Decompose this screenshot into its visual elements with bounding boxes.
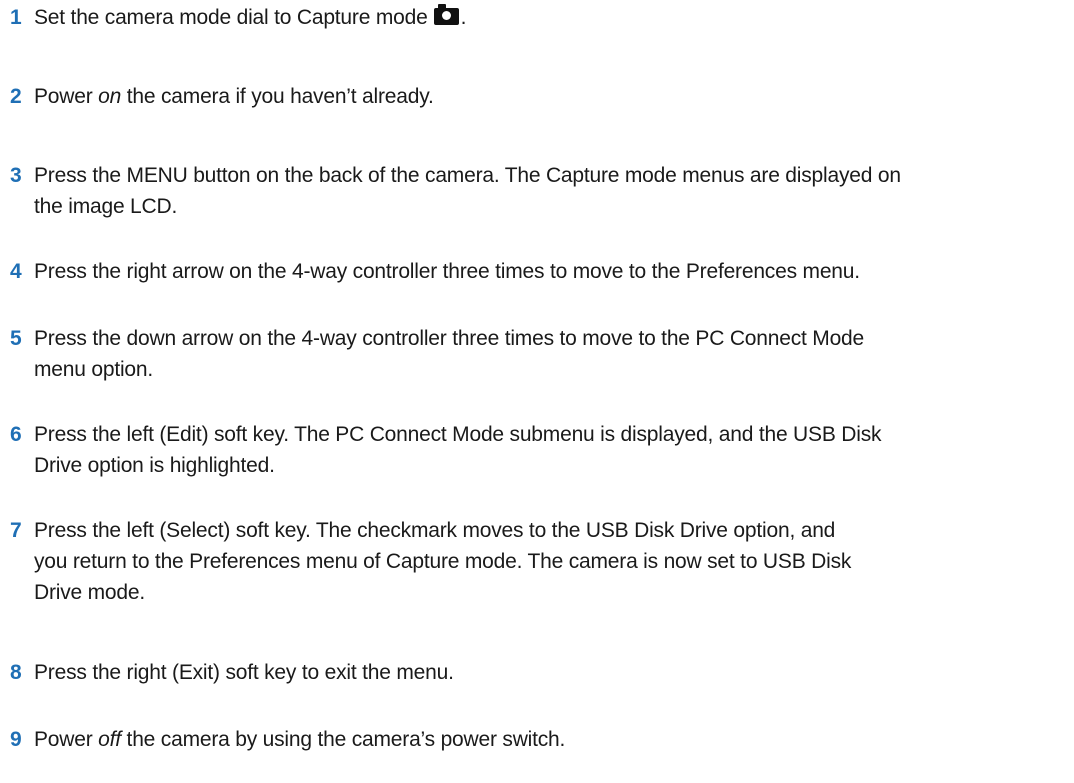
step-text: Press the MENU button on the back of the… xyxy=(34,164,901,218)
step-8: 8 Press the right (Exit) soft key to exi… xyxy=(10,657,1050,688)
step-number: 5 xyxy=(10,327,22,350)
emphasis-on: on xyxy=(98,85,122,108)
emphasis-off: off xyxy=(98,728,121,751)
step-text: Press the right (Exit) soft key to exit … xyxy=(34,661,454,684)
step-number: 7 xyxy=(10,519,22,542)
step-2: 2 Power on the camera if you haven’t alr… xyxy=(10,81,1050,112)
step-text: Power on the camera if you haven’t alrea… xyxy=(34,85,434,108)
step-text: Press the right arrow on the 4-way contr… xyxy=(34,260,860,283)
step-3: 3 Press the MENU button on the back of t… xyxy=(10,160,1050,222)
step-number: 1 xyxy=(10,6,22,29)
step-4: 4 Press the right arrow on the 4-way con… xyxy=(10,256,1050,287)
step-7: 7 Press the left (Select) soft key. The … xyxy=(10,515,1050,608)
step-5: 5 Press the down arrow on the 4-way cont… xyxy=(10,323,1050,385)
camera-icon xyxy=(433,4,459,25)
step-text: Press the left (Select) soft key. The ch… xyxy=(34,519,852,604)
step-number: 4 xyxy=(10,260,22,283)
step-9: 9 Power off the camera by using the came… xyxy=(10,724,1050,755)
step-number: 3 xyxy=(10,164,22,187)
step-number: 8 xyxy=(10,661,22,684)
step-text: Set the camera mode dial to Capture mode… xyxy=(34,4,467,29)
step-text: Power off the camera by using the camera… xyxy=(34,728,566,751)
step-number: 9 xyxy=(10,728,22,751)
step-text: Press the down arrow on the 4-way contro… xyxy=(34,327,865,381)
step-6: 6 Press the left (Edit) soft key. The PC… xyxy=(10,419,1050,481)
step-1: 1 Set the camera mode dial to Capture mo… xyxy=(10,2,1050,33)
step-number: 2 xyxy=(10,85,22,108)
step-number: 6 xyxy=(10,423,22,446)
step-text: Press the left (Edit) soft key. The PC C… xyxy=(34,423,882,477)
